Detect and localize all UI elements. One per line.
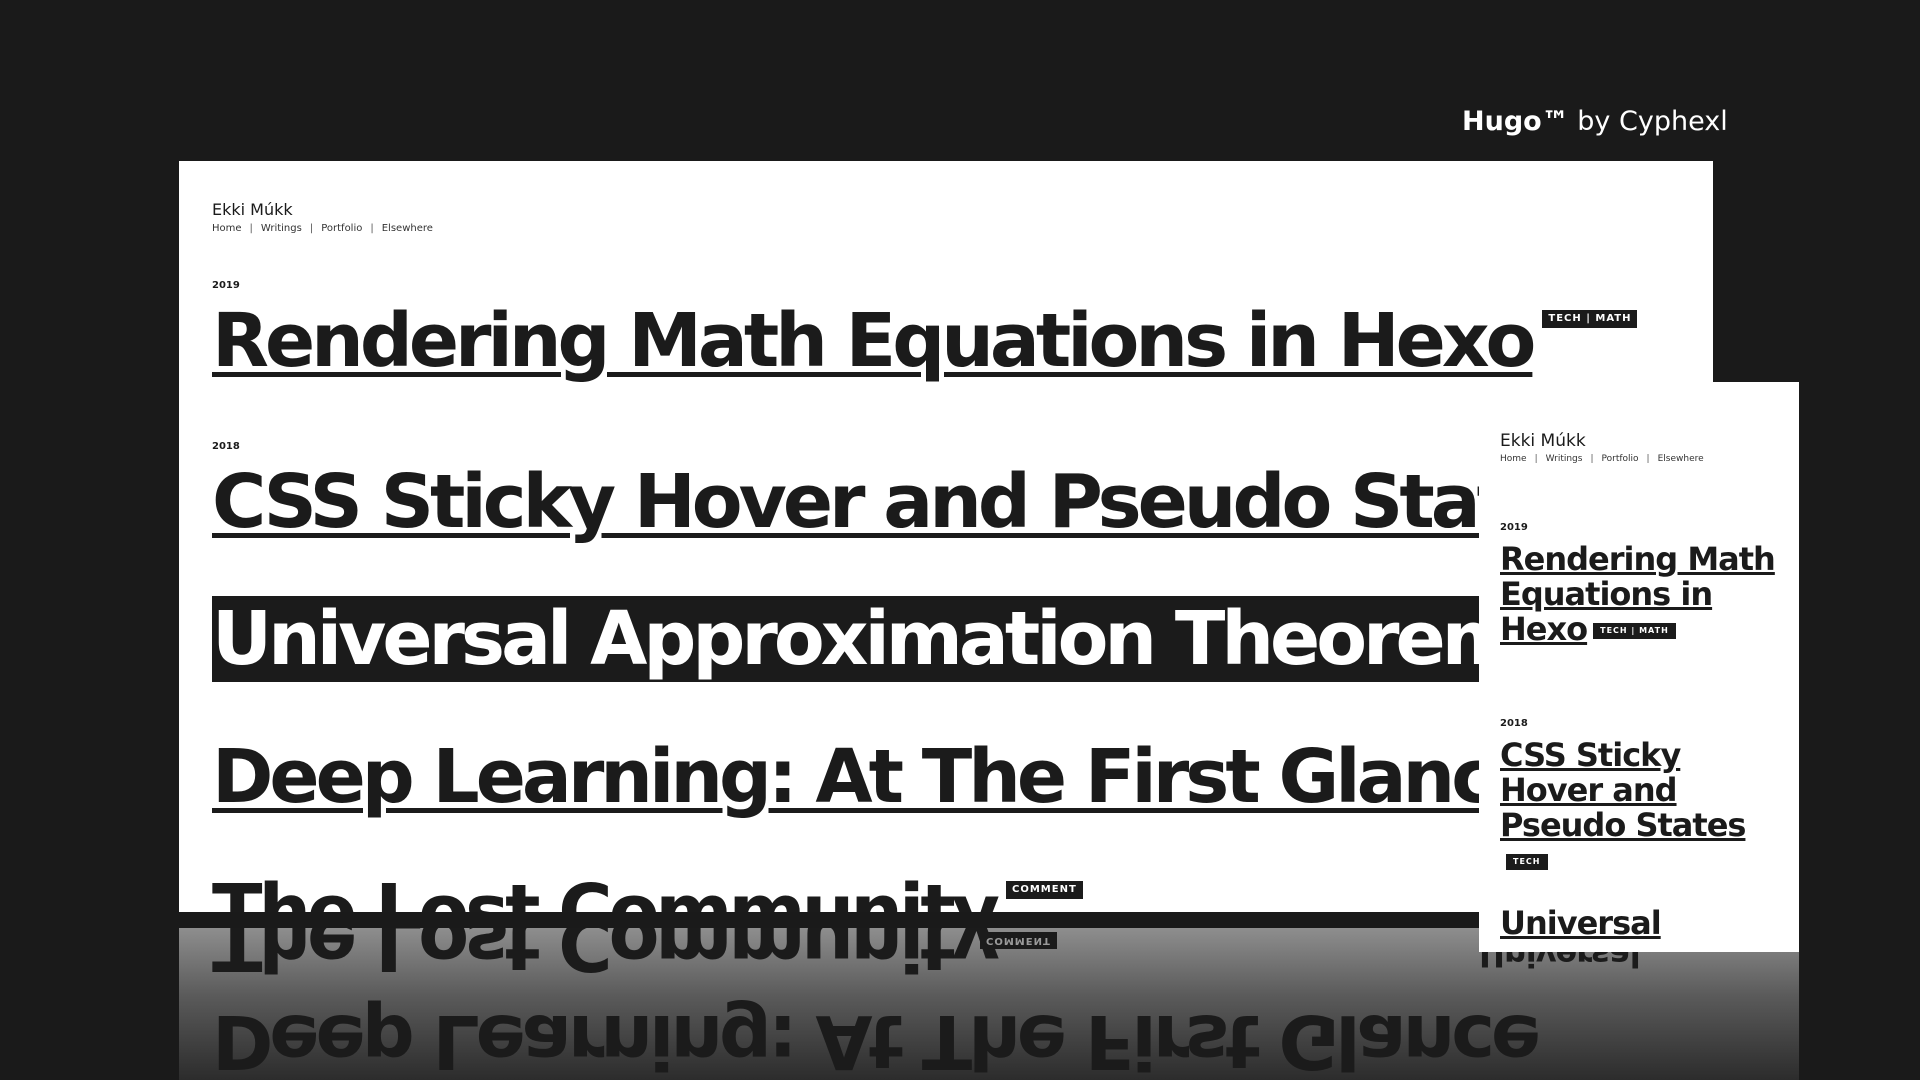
reflection-title: Deep Learning: At The First Glance xyxy=(212,998,1538,1080)
post-tag[interactable]: COMMENT xyxy=(1006,881,1083,899)
post-title-row: CSS Sticky Hover and Pseudo States xyxy=(212,457,1598,547)
site-name[interactable]: Ekki Múkk xyxy=(212,201,433,219)
post-tag[interactable]: TECH | MATH xyxy=(1542,310,1638,328)
post-link[interactable]: CSS Sticky Hover and Pseudo States xyxy=(212,459,1598,545)
mobile-year-label: 2018 xyxy=(1500,718,1528,729)
mobile-post-tag[interactable]: TECH xyxy=(1506,854,1548,870)
nav-separator: | xyxy=(370,223,374,234)
year-label: 2019 xyxy=(212,280,240,291)
post-title-row-hovered: Universal Approximation Theorem xyxy=(212,594,1519,684)
post-title-row: Rendering Math Equations in Hexo TECH | M… xyxy=(212,296,1638,386)
brand-title: Hugo™ by Cyphexl xyxy=(1462,104,1728,140)
post-link[interactable]: The Lost Community xyxy=(212,869,1000,912)
reflection-tag: COMMENT xyxy=(980,932,1057,949)
post-title-row: The Lost Community COMMENT xyxy=(212,867,1083,912)
site-nav: Home | Writings | Portfolio | Elsewhere xyxy=(212,223,433,235)
nav-home[interactable]: Home xyxy=(212,223,242,234)
mobile-year-label: 2019 xyxy=(1500,522,1528,533)
reflection-title: The Lost Community xyxy=(212,928,996,986)
nav-elsewhere[interactable]: Elsewhere xyxy=(1658,454,1704,464)
nav-separator: | xyxy=(1590,454,1594,464)
post-link[interactable]: Rendering Math Equations in Hexo xyxy=(212,298,1536,384)
brand-name: Hugo™ xyxy=(1462,106,1569,137)
nav-home[interactable]: Home xyxy=(1500,454,1527,464)
post-link[interactable]: Universal Approximation Theorem xyxy=(212,596,1519,682)
mobile-site-header: Ekki Múkk Home | Writings | Portfolio | Elsewh… xyxy=(1500,432,1704,464)
nav-separator: | xyxy=(1646,454,1650,464)
mobile-post-link[interactable]: CSS Sticky Hover and Pseudo States xyxy=(1500,736,1746,844)
nav-portfolio[interactable]: Portfolio xyxy=(321,223,362,234)
nav-elsewhere[interactable]: Elsewhere xyxy=(382,223,433,234)
site-header: Ekki Múkk Home | Writings | Portfolio | Elsewh… xyxy=(212,201,433,235)
nav-writings[interactable]: Writings xyxy=(261,223,302,234)
post-title-row: Deep Learning: At The First Glance xyxy=(212,732,1541,822)
mobile-post-title-row: CSS Sticky Hover and Pseudo States TECH xyxy=(1500,738,1790,878)
mobile-post-link[interactable]: Universal xyxy=(1500,904,1662,942)
brand-byline: by Cyphexl xyxy=(1577,106,1728,137)
mobile-post-tag[interactable]: TECH | MATH xyxy=(1593,623,1676,639)
post-link[interactable]: Deep Learning: At The First Glance xyxy=(212,734,1541,820)
nav-separator: | xyxy=(1534,454,1538,464)
mobile-site-name[interactable]: Ekki Múkk xyxy=(1500,432,1704,450)
mobile-preview: Ekki Múkk Home | Writings | Portfolio | Elsewh… xyxy=(1479,382,1799,952)
nav-portfolio[interactable]: Portfolio xyxy=(1602,454,1639,464)
year-label: 2018 xyxy=(212,441,240,452)
nav-separator: | xyxy=(249,223,253,234)
nav-separator: | xyxy=(309,223,314,234)
mobile-post-title-row: Universal xyxy=(1500,906,1790,941)
nav-writings[interactable]: Writings xyxy=(1546,454,1583,464)
mobile-site-nav: Home | Writings | Portfolio | Elsewhere xyxy=(1500,454,1704,464)
mobile-post-title-row: Rendering Math Equations in Hexo TECH | M… xyxy=(1500,542,1790,647)
